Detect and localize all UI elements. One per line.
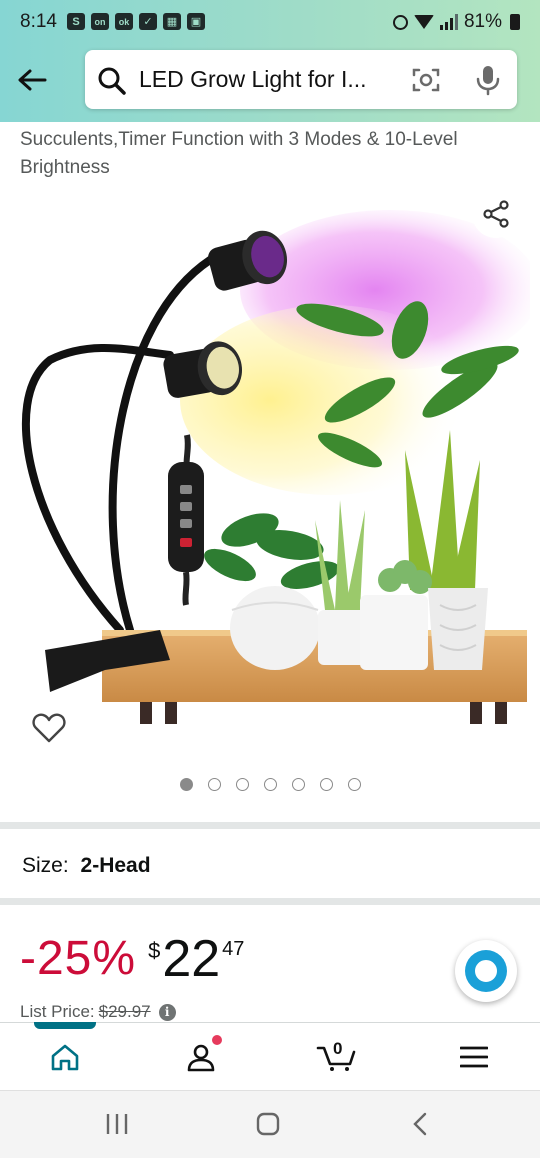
notification-ok-icon: ok [115, 13, 133, 30]
price-fraction: 47 [222, 938, 245, 960]
share-button[interactable] [472, 190, 520, 238]
notification-s-icon: S [67, 13, 85, 30]
back-chevron-icon[interactable] [410, 1111, 430, 1137]
app-header: 8:14 S on ok ✓ ▦ ▣ 81% LED Grow Light fo… [0, 0, 540, 122]
image-carousel-dots [0, 778, 540, 791]
recents-icon[interactable] [105, 1111, 129, 1137]
alarm-icon [392, 14, 408, 30]
battery-text: 81% [463, 11, 502, 32]
list-price-value: $29.97 [98, 1002, 151, 1021]
heart-icon [32, 713, 66, 743]
price-row: -25% $ 22 47 [20, 928, 244, 990]
status-time: 8:14 [20, 11, 57, 32]
divider [0, 898, 540, 905]
size-selector[interactable]: Size: 2-Head [22, 854, 151, 878]
share-icon [483, 200, 509, 228]
nav-menu[interactable] [434, 1023, 514, 1091]
system-nav-bar [0, 1090, 540, 1158]
info-icon[interactable]: i [158, 1003, 176, 1021]
carousel-dot[interactable] [179, 778, 193, 791]
status-right: 81% [392, 11, 520, 33]
bottom-nav: 0 [0, 1022, 540, 1090]
home-circle-icon[interactable] [255, 1111, 281, 1137]
search-icon [98, 67, 126, 95]
alexa-icon [465, 950, 507, 992]
wishlist-button[interactable] [32, 712, 66, 749]
back-arrow-icon [18, 69, 47, 91]
notification-grid-icon: ▦ [163, 13, 181, 30]
size-value: 2-Head [80, 854, 151, 877]
account-icon [187, 1044, 215, 1072]
carousel-dot[interactable] [263, 778, 277, 791]
mic-icon[interactable] [475, 64, 501, 96]
product-image[interactable] [10, 200, 530, 730]
search-bar[interactable]: LED Grow Light for I... [85, 50, 517, 109]
notification-on-icon: on [91, 13, 109, 30]
carousel-dot[interactable] [235, 778, 249, 791]
list-price: List Price: $29.97 i [20, 1002, 176, 1022]
alexa-button[interactable] [455, 940, 517, 1002]
status-bar: 8:14 S on ok ✓ ▦ ▣ 81% [0, 0, 540, 44]
notification-check-icon: ✓ [139, 13, 157, 30]
size-label: Size: [22, 854, 69, 877]
home-icon [51, 1044, 79, 1071]
signal-icon [439, 14, 458, 30]
nav-account[interactable] [161, 1023, 241, 1091]
battery-icon [510, 14, 520, 30]
nav-home[interactable] [25, 1023, 105, 1091]
carousel-dot[interactable] [347, 778, 361, 791]
search-input[interactable]: LED Grow Light for I... [139, 66, 397, 93]
notification-dot [212, 1035, 222, 1045]
wifi-icon [413, 15, 434, 29]
back-button[interactable] [16, 64, 48, 96]
carousel-dot[interactable] [319, 778, 333, 791]
price-currency: $ [148, 938, 161, 963]
notification-image-icon: ▣ [187, 13, 205, 30]
carousel-dot[interactable] [291, 778, 305, 791]
divider [0, 822, 540, 829]
cart-count: 0 [333, 1039, 343, 1058]
product-title: Succulents,Timer Function with 3 Modes &… [20, 129, 458, 178]
camera-icon[interactable] [411, 66, 441, 94]
menu-icon [460, 1046, 488, 1068]
carousel-dot[interactable] [207, 778, 221, 791]
discount-percent: -25% [20, 932, 137, 985]
price-whole: 22 [162, 930, 221, 988]
list-price-label: List Price: [20, 1002, 95, 1021]
notification-icons: S on ok ✓ ▦ ▣ [67, 13, 205, 30]
